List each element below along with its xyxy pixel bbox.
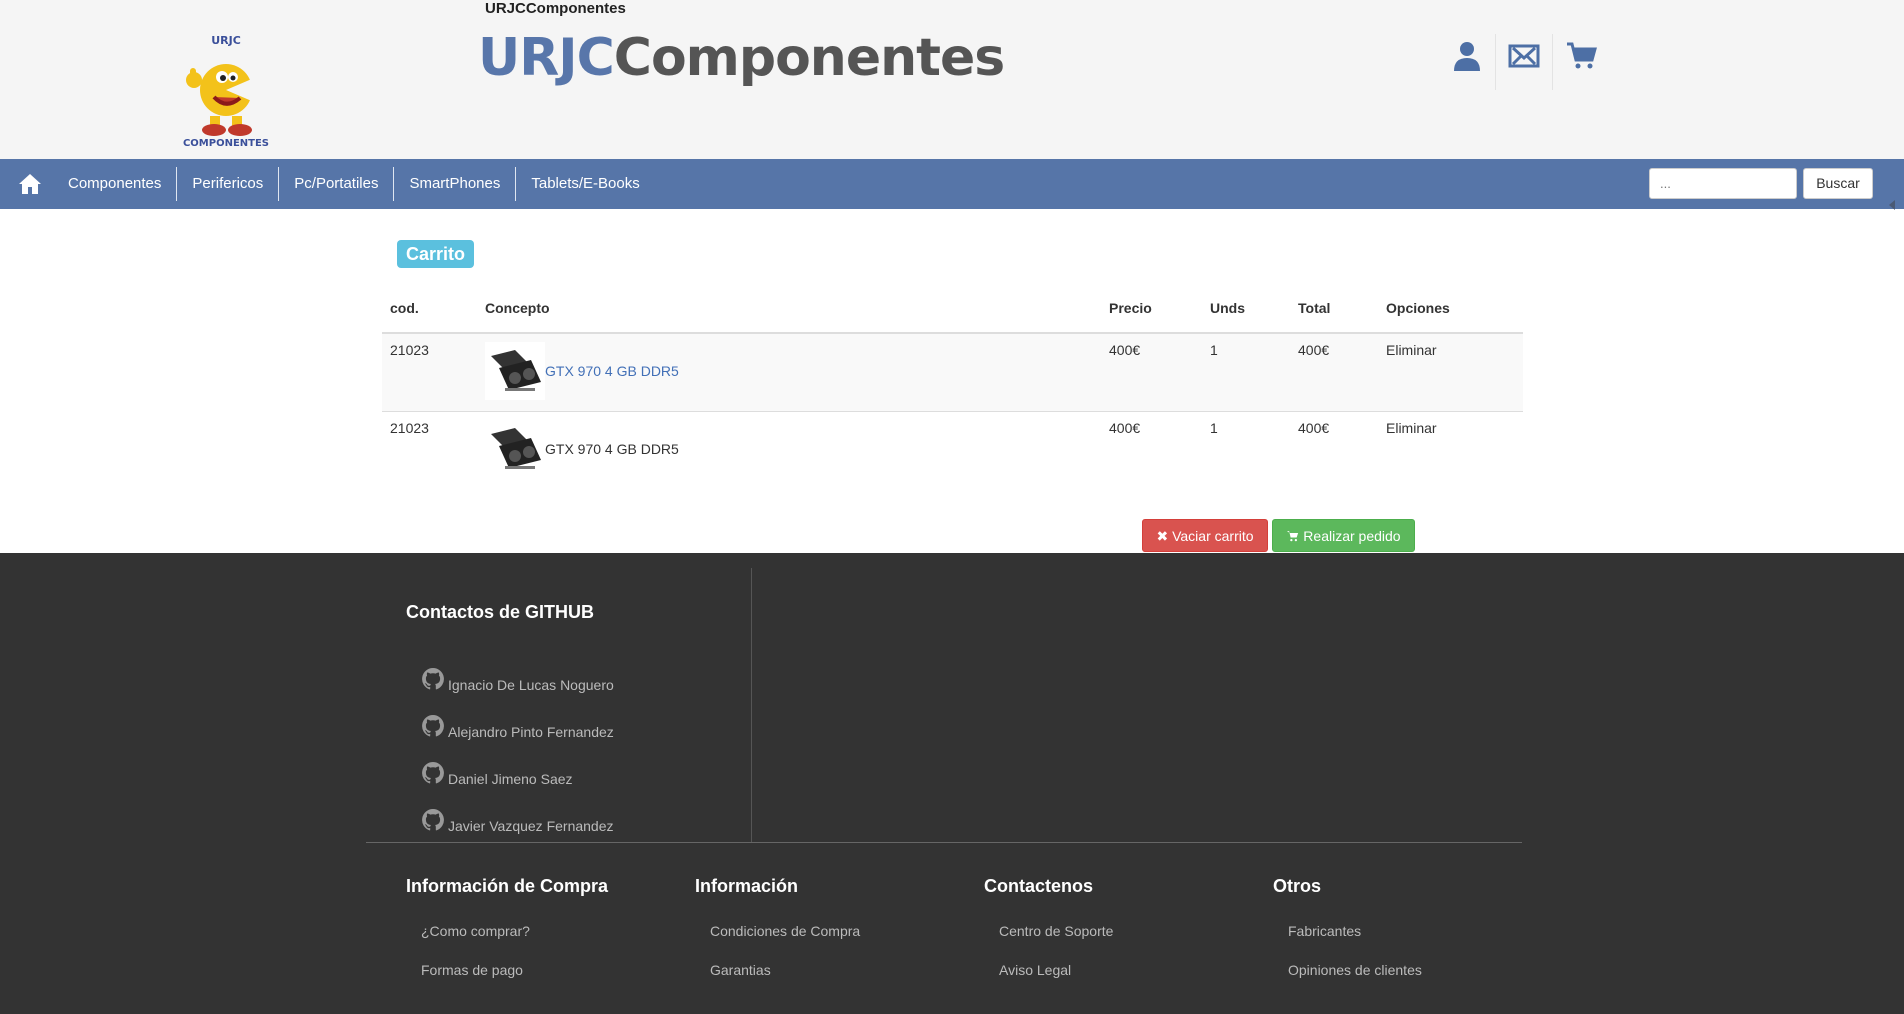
cell-cod: 21023 <box>382 333 477 412</box>
brand-title-urjc: URJC <box>478 28 615 88</box>
footer-col-info-compra: Información de Compra ¿Como comprar? For… <box>406 876 608 1001</box>
footer-col-otros: Otros Fabricantes Opiniones de clientes <box>1273 876 1422 1001</box>
envelope-icon <box>1508 44 1540 68</box>
cart-icon <box>1567 42 1597 69</box>
github-icon <box>422 668 444 690</box>
cell-price: 400€ <box>1109 419 1141 436</box>
footer-col-informacion: Información Condiciones de Compra Garant… <box>695 876 860 1001</box>
cart-icon <box>1287 531 1299 542</box>
github-icon <box>422 715 444 737</box>
search-input[interactable] <box>1649 168 1797 199</box>
footer-link-condiciones[interactable]: Condiciones de Compra <box>710 923 860 962</box>
brand-title-componentes: Componentes <box>613 28 1005 88</box>
brand-title[interactable]: URJCComponentes <box>478 28 1005 88</box>
cell-units: 1 <box>1202 333 1290 412</box>
github-contacts-list: Ignacio De Lucas Noguero Alejandro Pinto… <box>421 654 614 842</box>
remove-item-link[interactable]: Eliminar <box>1378 411 1523 489</box>
github-contact[interactable]: Javier Vazquez Fernandez <box>421 795 614 842</box>
footer-col-title: Información de Compra <box>406 876 609 896</box>
contact-button[interactable] <box>1495 34 1552 90</box>
product-name: GTX 970 4 GB DDR5 <box>545 440 679 457</box>
site-header: URJCComponentes URJC COMPONENTES URJCCom… <box>0 0 1904 159</box>
remove-item-link[interactable]: Eliminar <box>1378 333 1523 412</box>
col-header-cod: cod. <box>382 284 477 334</box>
footer-link-como-comprar[interactable]: ¿Como comprar? <box>421 923 608 962</box>
svg-text:URJC: URJC <box>211 34 241 47</box>
nav-item-perifericos[interactable]: Perifericos <box>176 167 278 201</box>
github-icon <box>422 809 444 831</box>
footer-link-soporte[interactable]: Centro de Soporte <box>999 923 1113 962</box>
footer-link-aviso-legal[interactable]: Aviso Legal <box>999 962 1113 1001</box>
cell-concept: GTX 970 4 GB DDR5 <box>477 333 1101 412</box>
footer-link-fabricantes[interactable]: Fabricantes <box>1288 923 1422 962</box>
collapse-arrow-icon[interactable] <box>1889 200 1895 210</box>
footer-col-contactenos: Contactenos Centro de Soporte Aviso Lega… <box>984 876 1113 1001</box>
cart-table-header: cod. Concepto Precio Unds Total Opciones <box>382 284 1523 334</box>
user-icon <box>1453 42 1480 71</box>
empty-cart-button[interactable]: ✖ Vaciar carrito <box>1142 519 1268 552</box>
footer-link-formas-pago[interactable]: Formas de pago <box>421 962 608 1001</box>
github-contact[interactable]: Daniel Jimeno Saez <box>421 748 614 795</box>
header-icon-bar <box>1438 34 1609 90</box>
main-navbar: Componentes Perifericos Pc/Portatiles Sm… <box>0 159 1904 209</box>
github-contact-name: Alejandro Pinto Fernandez <box>448 724 614 740</box>
footer-link-opiniones[interactable]: Opiniones de clientes <box>1288 962 1422 1001</box>
svg-text:COMPONENTES: COMPONENTES <box>183 138 269 148</box>
user-account-button[interactable] <box>1438 34 1495 90</box>
close-icon: ✖ <box>1156 528 1169 544</box>
product-thumbnail[interactable] <box>485 342 545 400</box>
cart-button[interactable] <box>1552 34 1609 90</box>
footer-col-title: Información <box>695 876 799 896</box>
github-contact-name: Javier Vazquez Fernandez <box>448 818 614 834</box>
footer-vertical-divider <box>751 568 752 842</box>
github-contacts-title: Contactos de GITHUB <box>406 602 595 622</box>
nav-menu: Componentes Perifericos Pc/Portatiles Sm… <box>53 167 655 201</box>
footer-link-garantias[interactable]: Garantias <box>710 962 860 1001</box>
github-icon <box>422 762 444 784</box>
nav-item-componentes[interactable]: Componentes <box>53 167 176 201</box>
cell-total: 400€ <box>1298 419 1330 436</box>
site-name-top: URJCComponentes <box>485 0 626 17</box>
github-contact[interactable]: Ignacio De Lucas Noguero <box>421 654 614 701</box>
search-button[interactable]: Buscar <box>1803 168 1873 199</box>
github-contact-name: Ignacio De Lucas Noguero <box>448 677 614 693</box>
place-order-label: Realizar pedido <box>1303 528 1401 544</box>
empty-cart-label: Vaciar carrito <box>1172 528 1254 544</box>
footer-col-title: Contactenos <box>984 876 1094 896</box>
col-header-opciones: Opciones <box>1378 284 1523 334</box>
github-contact-name: Daniel Jimeno Saez <box>448 771 573 787</box>
site-footer <box>0 553 1904 1014</box>
col-header-unds: Unds <box>1202 284 1290 334</box>
site-logo[interactable]: URJC COMPONENTES <box>170 32 282 149</box>
product-thumbnail <box>485 419 545 478</box>
table-row: 21023 GTX 970 4 GB DDR5 400€ 1 400€ Elim… <box>382 333 1523 412</box>
col-header-precio: Precio <box>1101 284 1202 334</box>
table-row: 21023 GTX 970 4 GB DDR5 400€ 1 400€ Elim… <box>382 411 1523 489</box>
cell-units: 1 <box>1210 419 1218 436</box>
github-contact[interactable]: Alejandro Pinto Fernandez <box>421 701 614 748</box>
cart-table: cod. Concepto Precio Unds Total Opciones… <box>382 284 1523 489</box>
cart-label: Carrito <box>397 240 475 268</box>
nav-item-pc-portatiles[interactable]: Pc/Portatiles <box>278 167 393 201</box>
product-link[interactable]: GTX 970 4 GB DDR5 <box>545 363 679 379</box>
home-icon <box>19 174 41 194</box>
col-header-concepto: Concepto <box>477 284 1101 334</box>
cell-total: 400€ <box>1290 333 1378 412</box>
nav-item-smartphones[interactable]: SmartPhones <box>393 167 515 201</box>
cell-cod: 21023 <box>390 419 429 436</box>
footer-horizontal-divider <box>366 842 1522 843</box>
cell-price: 400€ <box>1101 333 1202 412</box>
nav-item-tablets-ebooks[interactable]: Tablets/E-Books <box>515 167 654 201</box>
col-header-total: Total <box>1290 284 1378 334</box>
home-button[interactable] <box>18 172 42 196</box>
place-order-button[interactable]: Realizar pedido <box>1272 519 1415 552</box>
cell-concept: GTX 970 4 GB DDR5 <box>477 411 1101 489</box>
footer-col-title: Otros <box>1273 876 1322 896</box>
